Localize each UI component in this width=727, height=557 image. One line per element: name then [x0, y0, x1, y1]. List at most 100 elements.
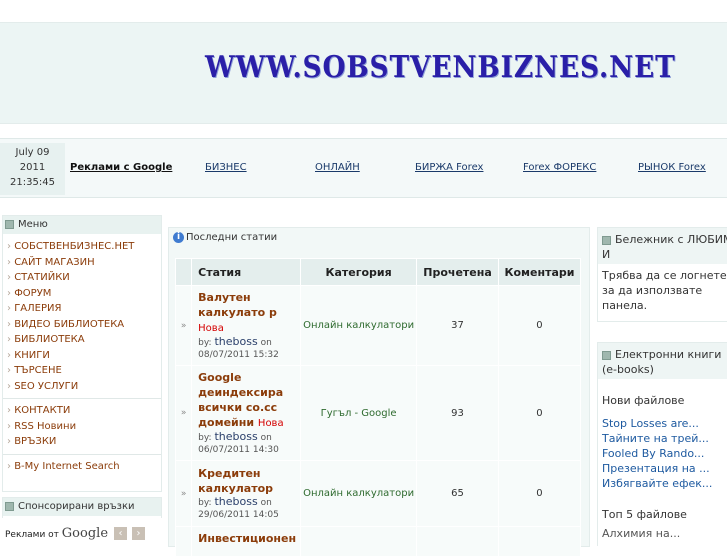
nav-google-ads[interactable]: Реклами с Google	[70, 162, 172, 173]
menu-header: Меню	[3, 216, 161, 234]
articles-table: Статия Категория Прочетена Коментари » В…	[174, 258, 582, 557]
site-logo[interactable]: WWW.SOBSTVENBIZNES.NET	[205, 50, 676, 85]
menu-divider	[3, 453, 161, 455]
ebooks-title-cont: (e-books)	[602, 363, 654, 376]
menu-item-seo[interactable]: SEO УСЛУГИ	[3, 379, 161, 395]
date-time-box: July 09 2011 21:35:45	[0, 143, 65, 195]
google-ads-bar: Реклами от Google ‹ ›	[2, 518, 160, 545]
col-article[interactable]: Статия	[191, 258, 302, 286]
menu-divider	[3, 398, 161, 399]
article-date: 08/07/2011 15:32	[198, 350, 279, 360]
menu-item-articles[interactable]: СТАТИЙКИ	[3, 270, 161, 286]
file-link[interactable]: Stop Losses are...	[598, 416, 727, 431]
article-cell: Инвестиционен	[191, 526, 302, 557]
menu-box: Меню СОБСТВЕНБИЗНЕС.НЕТ САЙТ МАГАЗИН СТА…	[2, 215, 162, 492]
table-row: » Google деиндексира всички co.cc домейн…	[174, 365, 582, 461]
menu-item-video-library[interactable]: ВИДЕО БИБЛИОТЕКА	[3, 317, 161, 333]
article-cell: Google деиндексира всички co.cc домейни …	[191, 365, 302, 461]
article-date: 29/06/2011 14:05	[198, 510, 279, 520]
ads-label[interactable]: Реклами от Google	[5, 526, 108, 541]
on-label: on	[260, 433, 272, 443]
menu-item-internet-search[interactable]: B-My Internet Search	[3, 459, 161, 475]
menu-item-contacts[interactable]: КОНТАКТИ	[3, 403, 161, 419]
date-label: July 09	[15, 147, 50, 158]
row-arrow-icon: »	[174, 460, 193, 527]
on-label: on	[260, 338, 272, 348]
article-comments: 0	[497, 285, 582, 366]
nav-online[interactable]: ОНЛАЙН	[315, 162, 360, 173]
menu-item-forum[interactable]: ФОРУМ	[3, 286, 161, 302]
ads-prev-icon[interactable]: ‹	[114, 527, 127, 540]
latest-articles-header: i Последни статии	[169, 228, 589, 248]
menu-item-library[interactable]: БИБЛИОТЕКА	[3, 332, 161, 348]
box-bullet-icon	[602, 350, 611, 360]
article-title-link[interactable]: Инвестиционен	[198, 531, 296, 546]
info-icon: i	[173, 231, 184, 243]
new-files-label: Нови файлове	[602, 394, 685, 407]
by-label: by:	[198, 433, 212, 443]
ebooks-box: Електронни книги (e-books) Нови файлове S…	[597, 342, 727, 546]
ebooks-header: Електронни книги (e-books)	[598, 343, 727, 379]
menu-item-gallery[interactable]: ГАЛЕРИЯ	[3, 301, 161, 317]
nav-forex-exchange[interactable]: БИРЖА Forex	[415, 162, 483, 173]
col-views[interactable]: Прочетена	[416, 258, 499, 286]
new-badge: Нова	[198, 323, 224, 334]
row-arrow-icon: »	[174, 285, 193, 366]
latest-articles-box: i Последни статии Статия Категория Прочет…	[168, 227, 590, 557]
table-row: » Кредитен калкулатор by: theboss on 29/0…	[174, 460, 582, 527]
article-category[interactable]: Онлайн калкулатори	[300, 460, 418, 527]
by-label: by:	[198, 498, 212, 508]
author-link[interactable]: theboss	[214, 430, 257, 443]
article-category[interactable]: Гугъл - Google	[300, 365, 418, 461]
menu-item-home[interactable]: СОБСТВЕНБИЗНЕС.НЕТ	[3, 239, 161, 255]
file-link[interactable]: Fooled By Rando...	[598, 446, 727, 461]
by-label: by:	[198, 338, 212, 348]
article-title: Кредитен калкулатор	[198, 467, 274, 495]
file-link[interactable]: Тайните на трей...	[598, 431, 727, 446]
notebook-title: Бележник с ЛЮБИМИ	[615, 233, 727, 246]
article-comments: 0	[497, 365, 582, 461]
menu-item-rss[interactable]: RSS Новини	[3, 419, 161, 435]
box-bullet-icon	[5, 219, 14, 229]
nav-forex-market[interactable]: РЫНОК Forex	[638, 162, 706, 173]
author-link[interactable]: theboss	[214, 335, 257, 348]
col-category[interactable]: Категория	[300, 258, 418, 286]
row-arrow-icon: »	[174, 365, 193, 461]
ads-next-icon[interactable]: ›	[132, 527, 145, 540]
on-label: on	[260, 498, 272, 508]
article-comments: 0	[497, 460, 582, 527]
article-title-link[interactable]: Валутен калкулато р Нова	[198, 290, 296, 336]
notebook-header: Бележник с ЛЮБИМИ И	[598, 228, 727, 264]
file-link[interactable]: Презентация на ...	[598, 461, 727, 476]
sponsored-header: Спонсорирани връзки	[3, 498, 161, 516]
nav-forex[interactable]: Forex ФОРЕКС	[523, 162, 596, 173]
article-cell: Кредитен калкулатор by: theboss on 29/06/…	[191, 460, 302, 527]
article-views: 93	[416, 365, 499, 461]
article-title-link[interactable]: Google деиндексира всички co.cc домейни …	[198, 370, 296, 431]
article-views: 37	[416, 285, 499, 366]
nav-business[interactable]: БИЗНЕС	[205, 162, 247, 173]
article-date: 06/07/2011 14:30	[198, 445, 279, 455]
row-arrow-icon	[174, 526, 193, 557]
author-link[interactable]: theboss	[214, 495, 257, 508]
menu-item-search[interactable]: ТЪРСЕНЕ	[3, 363, 161, 379]
notebook-line: за да използвате	[602, 284, 703, 297]
file-link[interactable]: Избягвайте ефек...	[598, 476, 727, 491]
ads-by-text: Реклами от	[5, 530, 59, 540]
article-category[interactable]: Онлайн калкулатори	[300, 285, 418, 366]
latest-articles-title: Последни статии	[186, 232, 278, 243]
top-file-link[interactable]: Алхимия на...	[598, 526, 727, 541]
box-bullet-icon	[5, 501, 14, 511]
article-title: Валутен калкулато р	[198, 291, 277, 319]
article-meta: by: theboss on 29/06/2011 14:05	[198, 496, 296, 521]
time-label: 21:35:45	[10, 177, 55, 188]
menu-item-links[interactable]: ВРЪЗКИ	[3, 434, 161, 450]
menu-item-books[interactable]: КНИГИ	[3, 348, 161, 364]
col-comments[interactable]: Коментари	[497, 258, 582, 286]
menu-item-shop[interactable]: САЙТ МАГАЗИН	[3, 255, 161, 271]
article-cell: Валутен калкулато р Нова by: theboss on 0…	[191, 285, 302, 366]
article-views: 65	[416, 460, 499, 527]
article-title-link[interactable]: Кредитен калкулатор	[198, 466, 296, 496]
new-badge: Нова	[257, 418, 284, 429]
notebook-box: Бележник с ЛЮБИМИ И Трябва да се логнете …	[597, 227, 727, 322]
